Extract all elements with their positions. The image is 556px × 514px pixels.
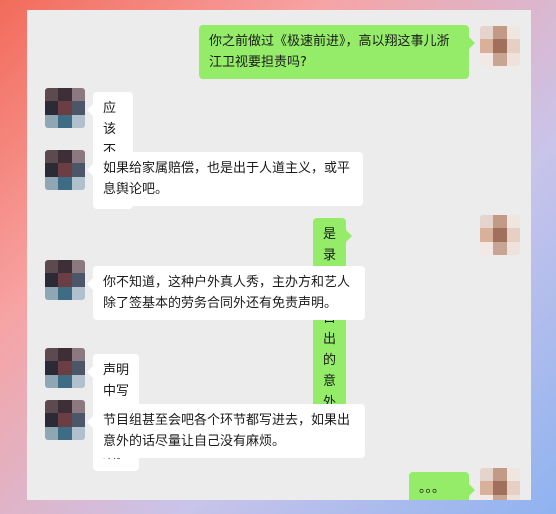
message-text: 节目组甚至会吧各个环节都写进去，如果出意外的话尽量让自己没有麻烦。 [103, 413, 351, 449]
message-bubble[interactable]: 你不知道，这种户外真人秀，主办方和艺人除了签基本的劳务合同外还有免责声明。 [87, 266, 365, 320]
message-bubble[interactable]: 你之前做过《极速前进》，高以翔这事儿浙江卫视要担责吗? [199, 25, 475, 79]
avatar[interactable] [45, 400, 85, 440]
avatar[interactable] [45, 348, 85, 388]
message-bubble[interactable]: 节目组甚至会吧各个环节都写进去，如果出意外的话尽量让自己没有麻烦。 [87, 404, 365, 458]
avatar[interactable] [480, 215, 520, 255]
message-text: 如果给家属赔偿，也是出于人道主义，或平息舆论吧。 [103, 161, 351, 197]
avatar[interactable] [480, 468, 520, 500]
message-bubble[interactable]: 如果给家属赔偿，也是出于人道主义，或平息舆论吧。 [87, 152, 363, 206]
avatar[interactable] [45, 260, 85, 300]
chat-window: 你之前做过《极速前进》，高以翔这事儿浙江卫视要担责吗? 应该不用 如果给家属赔偿… [27, 10, 531, 500]
message-text: 你之前做过《极速前进》，高以翔这事儿浙江卫视要担责吗? [209, 34, 450, 70]
avatar[interactable] [480, 26, 520, 66]
avatar[interactable] [45, 88, 85, 128]
message-bubble[interactable]: 。。。 [409, 472, 475, 500]
avatar[interactable] [45, 150, 85, 190]
message-text: 你不知道，这种户外真人秀，主办方和艺人除了签基本的劳务合同外还有免责声明。 [103, 275, 351, 311]
message-text: 。。。 [419, 481, 446, 496]
message-text: 是录制节目出的意外啊 [323, 227, 337, 431]
